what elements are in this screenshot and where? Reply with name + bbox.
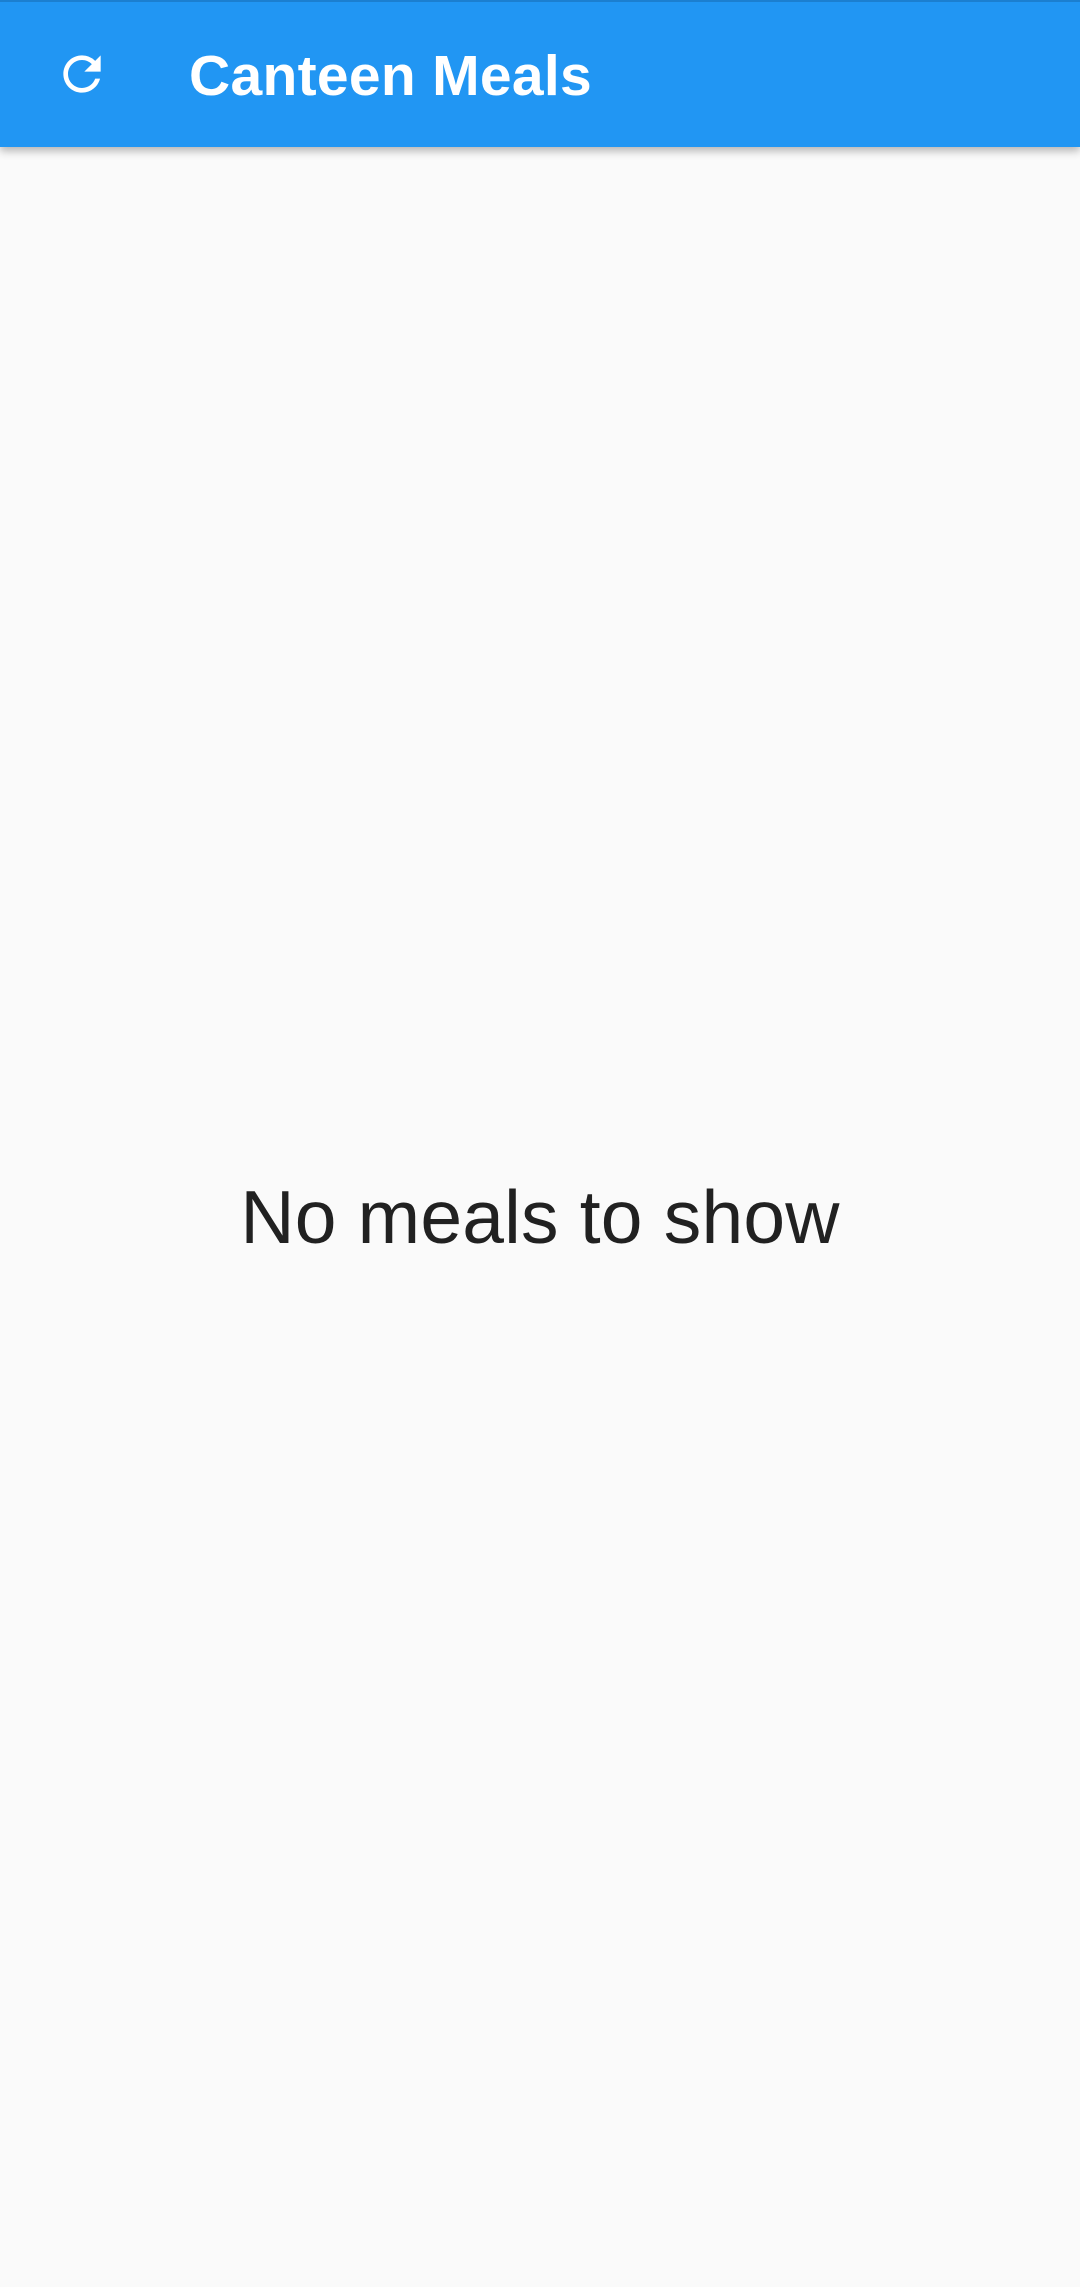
app-bar: Canteen Meals [0, 0, 1080, 147]
app-screen: Canteen Meals No meals to show [0, 0, 1080, 2287]
refresh-button[interactable] [22, 14, 142, 134]
empty-state-message: No meals to show [240, 1175, 840, 1259]
refresh-icon [63, 55, 101, 93]
page-title: Canteen Meals [189, 43, 593, 108]
meals-content: No meals to show [0, 147, 1080, 2287]
